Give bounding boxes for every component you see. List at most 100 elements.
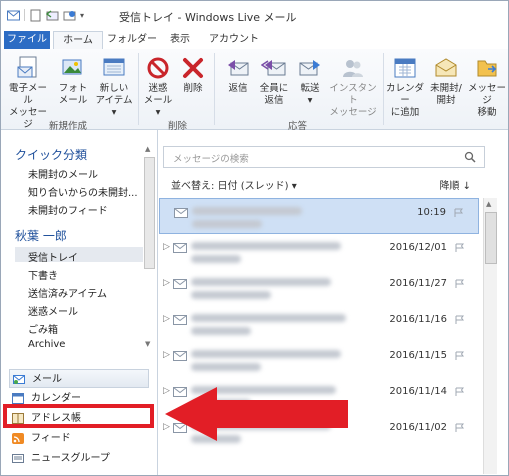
tab-view[interactable]: 表示 xyxy=(165,31,195,49)
message-row[interactable]: ▷ 2016/12/01 xyxy=(159,234,479,270)
new-item-button[interactable]: 新しい アイテム ▾ xyxy=(93,55,135,119)
envelope-icon xyxy=(173,315,187,325)
quick-item-unread-mail[interactable]: 未開封のメール xyxy=(28,166,98,181)
photo-mail-icon xyxy=(62,59,82,75)
forward-button[interactable]: 転送 ▾ xyxy=(293,55,327,107)
message-date: 10:19 xyxy=(417,207,446,218)
expand-thread-icon[interactable]: ▷ xyxy=(163,278,170,288)
expand-thread-icon[interactable]: ▷ xyxy=(163,314,170,324)
folder-trash[interactable]: ごみ箱 xyxy=(28,321,58,336)
title-bar: ▾ 受信トレイ - Windows Live メール xyxy=(1,1,508,29)
expand-thread-icon[interactable]: ▷ xyxy=(163,350,170,360)
read-unread-label-2: 開封 xyxy=(436,95,456,106)
folder-sent[interactable]: 送信済みアイテム xyxy=(28,285,107,300)
reply-envelope-icon xyxy=(228,60,249,76)
envelope-icon xyxy=(173,351,187,361)
message-row[interactable]: ▷ 2016/11/27 xyxy=(159,270,479,306)
tab-account[interactable]: アカウント xyxy=(209,31,259,49)
message-sender-redacted xyxy=(191,363,261,371)
flag-icon[interactable] xyxy=(455,351,465,361)
message-sender-redacted xyxy=(192,220,262,228)
nav-feeds-label: フィード xyxy=(31,433,71,444)
qat-dropdown-icon[interactable]: ▾ xyxy=(80,11,84,20)
new-email-button[interactable]: 電子メール メッセージ xyxy=(6,55,50,131)
photo-mail-label-2: メール xyxy=(58,95,88,106)
move-message-icon xyxy=(477,60,497,77)
message-list-scrollbar[interactable]: ▲ xyxy=(483,198,497,474)
message-row[interactable]: ▷ 2016/11/15 xyxy=(159,342,479,378)
reply-icon[interactable] xyxy=(46,9,59,22)
delete-button[interactable]: 削除 xyxy=(177,55,209,95)
add-to-calendar-button[interactable]: カレンダー に追加 xyxy=(383,55,427,119)
message-date: 2016/11/14 xyxy=(389,386,447,397)
folder-drafts[interactable]: 下書き xyxy=(28,267,58,282)
search-input[interactable]: メッセージの検索 xyxy=(173,151,249,165)
instant-message-button[interactable]: インスタント メッセージ xyxy=(327,55,379,119)
expand-thread-icon[interactable]: ▷ xyxy=(163,242,170,252)
tab-file[interactable]: ファイル xyxy=(4,31,50,49)
flag-icon[interactable] xyxy=(454,208,464,218)
send-receive-icon[interactable] xyxy=(63,9,76,22)
sort-order-toggle[interactable]: 降順 ↓ xyxy=(439,177,471,192)
search-box[interactable]: メッセージの検索 xyxy=(163,146,485,168)
folder-junk[interactable]: 迷惑メール xyxy=(28,303,78,318)
photo-mail-button[interactable]: フォト メール xyxy=(53,55,93,107)
quick-item-unread-feeds[interactable]: 未開封のフィード xyxy=(28,202,108,217)
reply-button[interactable]: 返信 xyxy=(220,55,256,95)
new-icon[interactable] xyxy=(29,9,42,22)
flag-icon[interactable] xyxy=(455,243,465,253)
read-unread-label: 未開封/ xyxy=(430,83,462,94)
message-scroll-thumb[interactable] xyxy=(485,212,497,264)
tab-folder[interactable]: フォルダー xyxy=(107,31,157,49)
new-email-label-2: メッセージ xyxy=(8,107,47,130)
folder-scrollbar[interactable]: ▲ ▼ xyxy=(143,145,155,350)
message-date: 2016/11/16 xyxy=(389,314,447,325)
quick-item-unread-contacts[interactable]: 知り合いからの未開封... xyxy=(28,184,138,199)
junk-button[interactable]: 迷惑 メール ▾ xyxy=(141,55,175,119)
calendar-small-icon xyxy=(12,393,24,404)
junk-label: 迷惑 xyxy=(148,83,168,94)
read-unread-icon xyxy=(435,58,457,77)
read-unread-button[interactable]: 未開封/ 開封 xyxy=(425,55,467,107)
sort-dropdown[interactable]: 並べ替え: 日付 (スレッド) ▾ xyxy=(171,177,297,192)
forward-icon xyxy=(299,60,320,76)
forward-label: 転送 xyxy=(300,83,320,94)
window-title: 受信トレイ - Windows Live メール xyxy=(119,11,297,24)
flag-icon[interactable] xyxy=(455,279,465,289)
message-row[interactable]: ▷ 2016/11/16 xyxy=(159,306,479,342)
reply-all-icon xyxy=(260,60,286,76)
move-message-button[interactable]: メッセージ 移動 xyxy=(467,55,507,119)
folder-inbox[interactable]: 受信トレイ xyxy=(28,249,78,264)
delete-icon xyxy=(183,58,203,78)
folder-archive[interactable]: Archive xyxy=(28,339,65,350)
nav-newsgroups[interactable]: ニュースグループ xyxy=(9,449,149,468)
flag-icon[interactable] xyxy=(455,423,465,433)
folder-scroll-thumb[interactable] xyxy=(144,157,155,269)
envelope-icon xyxy=(173,243,187,253)
reply-all-button[interactable]: 全員に 返信 xyxy=(256,55,292,107)
app-icon xyxy=(7,10,20,20)
calendar-icon xyxy=(394,58,416,78)
nav-feeds[interactable]: フィード xyxy=(9,429,149,448)
instant-message-label-2: メッセージ xyxy=(329,107,377,118)
tab-home[interactable]: ホーム xyxy=(53,31,103,50)
flag-icon[interactable] xyxy=(455,387,465,397)
photo-mail-label: フォト xyxy=(58,83,88,94)
reply-all-label-2: 返信 xyxy=(264,95,284,106)
instant-message-icon xyxy=(343,60,363,77)
search-icon[interactable] xyxy=(464,151,476,163)
message-date: 2016/12/01 xyxy=(389,242,447,253)
new-email-icon xyxy=(17,56,37,78)
rss-icon xyxy=(12,433,24,444)
account-heading[interactable]: 秋葉 一郎 xyxy=(15,227,67,244)
quick-views-heading[interactable]: クイック分類 xyxy=(15,146,87,163)
ribbon-separator-2 xyxy=(214,53,215,125)
message-subject-redacted xyxy=(191,350,341,358)
message-sender-redacted xyxy=(191,327,251,335)
nav-mail[interactable]: メール xyxy=(9,369,149,388)
reply-all-label: 全員に xyxy=(259,83,289,94)
envelope-icon xyxy=(173,279,187,289)
nav-mail-label: メール xyxy=(32,374,62,385)
message-row[interactable]: 10:19 xyxy=(159,198,479,234)
flag-icon[interactable] xyxy=(455,315,465,325)
